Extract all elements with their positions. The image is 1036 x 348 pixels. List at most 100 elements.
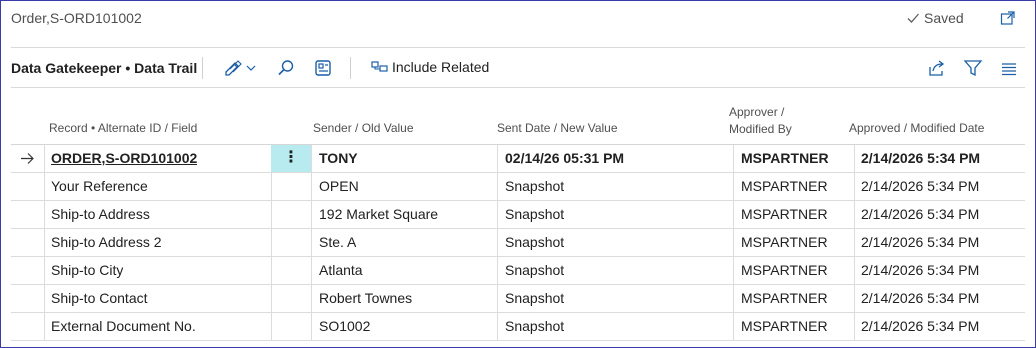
- column-divider: [271, 173, 272, 201]
- cell-modified-by-text: MSPARTNER: [741, 318, 828, 334]
- cell-field[interactable]: ORDER,S-ORD101002: [51, 145, 197, 172]
- table-row[interactable]: Ship-to Address 2 Ste. A Snapshot MSPARTNER…: [11, 229, 1025, 257]
- cell-old-value-text: Robert Townes: [319, 290, 413, 306]
- column-divider: [497, 285, 498, 313]
- cell-new-value-text: Snapshot: [505, 178, 565, 194]
- filter-icon: [963, 60, 983, 77]
- column-divider: [311, 201, 312, 229]
- cell-old-value: TONY: [319, 145, 358, 172]
- column-header-sender[interactable]: Sender / Old Value: [313, 120, 414, 137]
- toolbar-separator: [202, 57, 203, 79]
- cell-modified-by-text: MSPARTNER: [741, 150, 829, 166]
- table-row[interactable]: ⋮ ORDER,S-ORD101002 TONY 02/14/26 05:31 PM M…: [11, 145, 1025, 173]
- cell-modified-by-text: MSPARTNER: [741, 234, 828, 250]
- cell-new-value: 02/14/26 05:31 PM: [505, 145, 624, 172]
- share-button[interactable]: [927, 58, 947, 78]
- share-icon: [929, 60, 945, 76]
- cell-modified-date-text: 2/14/2026 5:34 PM: [861, 318, 980, 334]
- cell-old-value-text: TONY: [319, 150, 358, 166]
- column-divider: [497, 313, 498, 341]
- cell-modified-date: 2/14/2026 5:34 PM: [861, 229, 979, 256]
- column-divider: [311, 229, 312, 257]
- column-divider: [44, 313, 45, 341]
- saved-status: Saved: [906, 10, 964, 26]
- list-view-button[interactable]: [999, 58, 1019, 78]
- cell-modified-date-text: 2/14/2026 5:34 PM: [861, 178, 980, 194]
- column-header-approved-date[interactable]: Approved / Modified Date: [849, 120, 984, 137]
- cell-modified-date-text: 2/14/2026 5:34 PM: [861, 290, 980, 306]
- table-row[interactable]: External Document No. SO1002 Snapshot MSPAR…: [11, 313, 1025, 341]
- cell-old-value-text: SO1002: [319, 318, 371, 334]
- cell-new-value: Snapshot: [505, 201, 564, 228]
- toolbar-separator: [350, 57, 351, 79]
- cell-new-value-text: Snapshot: [505, 234, 565, 250]
- cell-old-value-text: OPEN: [319, 178, 359, 194]
- include-related-button[interactable]: Include Related: [371, 59, 489, 75]
- cell-field-text: Ship-to Contact: [51, 290, 148, 306]
- column-header-record[interactable]: Record • Alternate ID / Field: [49, 120, 197, 137]
- page-icon: [315, 60, 331, 76]
- cell-modified-date: 2/14/2026 5:34 PM: [861, 173, 979, 200]
- column-divider: [733, 229, 734, 257]
- kebab-icon[interactable]: ⋮: [271, 145, 311, 172]
- column-divider: [733, 201, 734, 229]
- page-title: Order,S-ORD101002: [11, 10, 142, 26]
- cell-new-value-text: Snapshot: [505, 206, 565, 222]
- cell-old-value: SO1002: [319, 313, 370, 340]
- cell-new-value: Snapshot: [505, 173, 564, 200]
- cell-new-value: Snapshot: [505, 229, 564, 256]
- table-row[interactable]: Ship-to Address 192 Market Square Snapshot…: [11, 201, 1025, 229]
- filter-button[interactable]: [963, 58, 983, 78]
- column-header-approver[interactable]: Approver / Modified By: [729, 104, 792, 138]
- grid-header: Record • Alternate ID / Field Sender / O…: [1, 88, 1035, 144]
- cell-new-value-text: Snapshot: [505, 318, 565, 334]
- column-divider: [733, 173, 734, 201]
- cell-modified-by-text: MSPARTNER: [741, 178, 828, 194]
- cell-modified-by-text: MSPARTNER: [741, 262, 828, 278]
- table-row[interactable]: Ship-to Contact Robert Townes Snapshot MSPA…: [11, 285, 1025, 313]
- column-divider: [311, 313, 312, 341]
- cell-field: Ship-to City: [51, 257, 123, 284]
- column-divider: [497, 229, 498, 257]
- column-divider: [497, 257, 498, 285]
- cell-old-value-text: 192 Market Square: [319, 206, 439, 222]
- cell-old-value: Ste. A: [319, 229, 356, 256]
- search-button[interactable]: [276, 58, 296, 78]
- cell-field-text: Ship-to Address 2: [51, 234, 162, 250]
- column-divider: [854, 201, 855, 229]
- column-divider: [854, 145, 855, 173]
- cell-new-value-text: Snapshot: [505, 262, 565, 278]
- table-row[interactable]: Ship-to City Atlanta Snapshot MSPARTNER 2/14…: [11, 257, 1025, 285]
- cell-modified-date: 2/14/2026 5:34 PM: [861, 285, 979, 312]
- column-header-approver-line1: Approver /: [729, 105, 785, 119]
- table-row[interactable]: Your Reference OPEN Snapshot MSPARTNER 2/14/…: [11, 173, 1025, 201]
- cell-modified-date-text: 2/14/2026 5:34 PM: [861, 150, 981, 166]
- include-related-label: Include Related: [392, 59, 490, 75]
- cell-field: Ship-to Address 2: [51, 229, 162, 256]
- column-divider: [44, 229, 45, 257]
- list-icon: [1002, 63, 1016, 76]
- column-divider: [854, 173, 855, 201]
- column-header-sent-date[interactable]: Sent Date / New Value: [497, 120, 618, 137]
- column-divider: [311, 145, 312, 173]
- column-divider: [44, 201, 45, 229]
- column-divider: [271, 201, 272, 229]
- column-divider: [854, 285, 855, 313]
- popout-icon[interactable]: [1000, 10, 1016, 26]
- edit-mode-button[interactable]: [223, 58, 259, 78]
- page-view-button[interactable]: [313, 58, 333, 78]
- data-trail-grid: ⋮ ORDER,S-ORD101002 TONY 02/14/26 05:31 PM M…: [11, 144, 1025, 341]
- cell-field: Ship-to Address: [51, 201, 150, 228]
- cell-modified-by-text: MSPARTNER: [741, 290, 828, 306]
- cell-modified-date-text: 2/14/2026 5:34 PM: [861, 234, 980, 250]
- column-divider: [311, 173, 312, 201]
- cell-modified-date: 2/14/2026 5:34 PM: [861, 201, 979, 228]
- column-divider: [271, 285, 272, 313]
- cell-new-value-text: Snapshot: [505, 290, 565, 306]
- title-bar: Order,S-ORD101002 Saved: [1, 1, 1035, 37]
- cell-field-text[interactable]: ORDER,S-ORD101002: [51, 150, 197, 166]
- column-divider: [44, 173, 45, 201]
- column-divider: [271, 229, 272, 257]
- cell-old-value: 192 Market Square: [319, 201, 438, 228]
- column-divider: [311, 257, 312, 285]
